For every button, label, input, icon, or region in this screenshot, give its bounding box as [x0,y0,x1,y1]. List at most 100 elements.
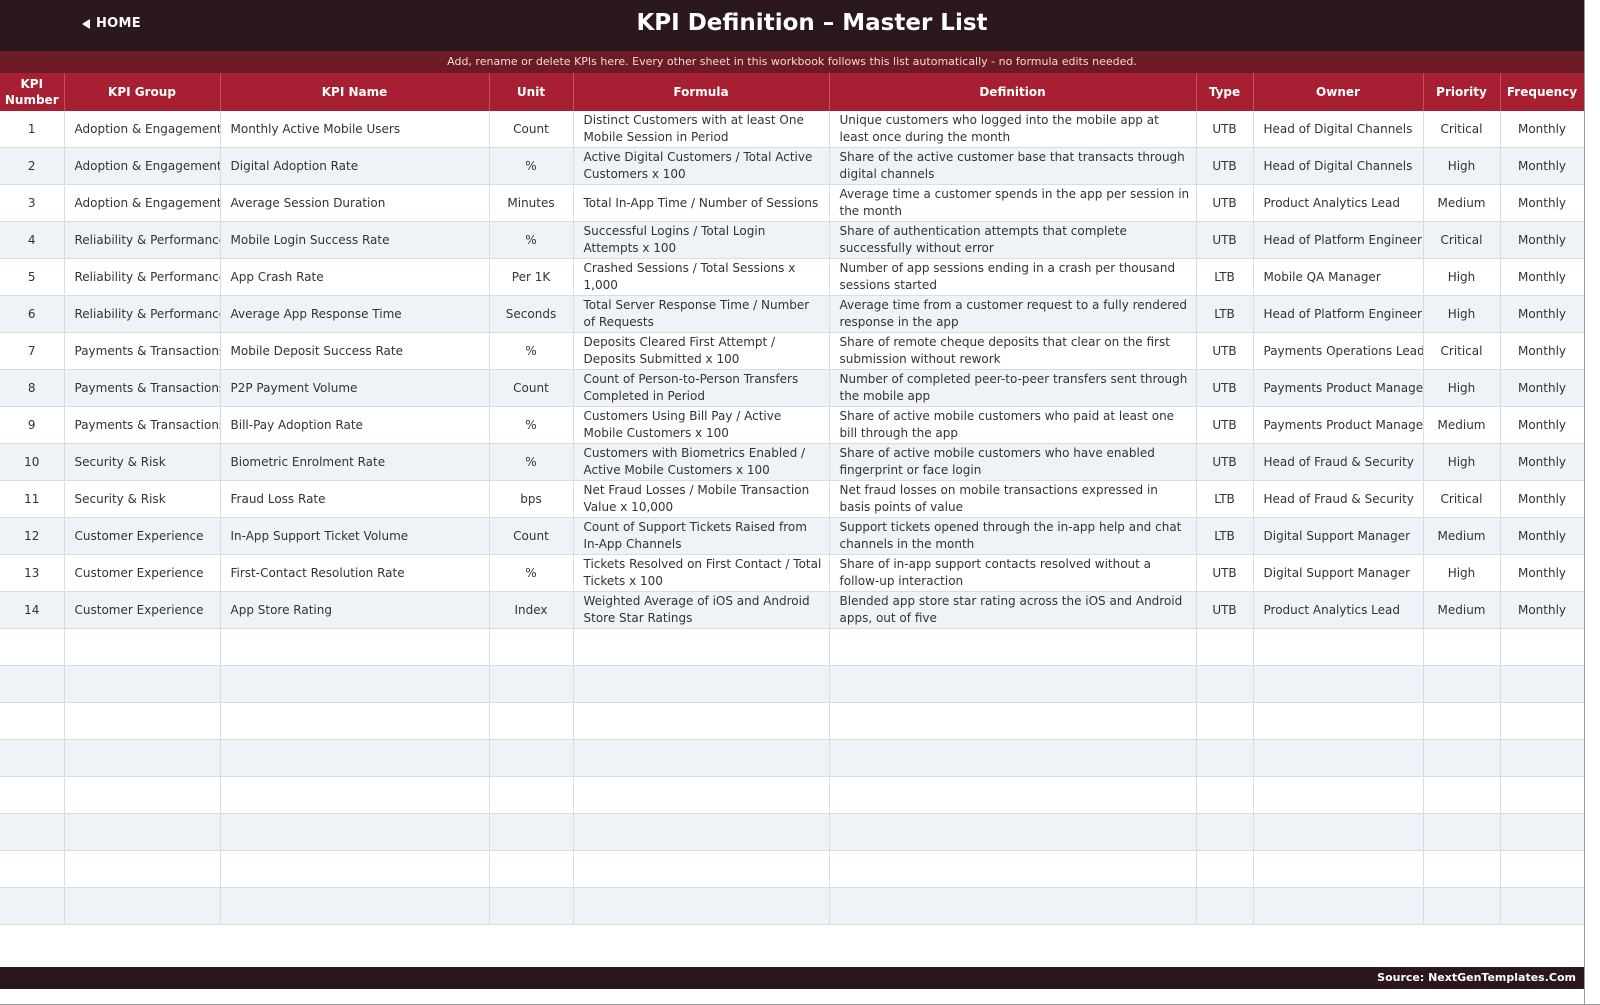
owner-cell[interactable]: Head of Digital Channels [1253,111,1424,148]
priority-cell[interactable] [1423,776,1501,814]
frequency-cell[interactable] [1500,739,1585,777]
definition-cell[interactable] [829,813,1197,851]
definition-cell[interactable]: Share of remote cheque deposits that cle… [829,332,1197,370]
definition-cell[interactable]: Share of active mobile customers who pai… [829,406,1197,444]
priority-cell[interactable]: High [1423,369,1501,407]
owner-cell[interactable]: Payments Product Manager [1253,406,1424,444]
priority-cell[interactable] [1423,739,1501,777]
kpi-name-cell[interactable] [220,739,490,777]
col-header-definition[interactable]: Definition [829,73,1197,111]
kpi-group-cell[interactable]: Security & Risk [64,480,221,518]
unit-cell[interactable] [489,813,574,851]
kpi-name-cell[interactable]: First-Contact Resolution Rate [220,554,490,592]
type-cell[interactable] [1196,739,1254,777]
kpi-name-cell[interactable]: Fraud Loss Rate [220,480,490,518]
unit-cell[interactable] [489,628,574,666]
owner-cell[interactable] [1253,665,1424,703]
kpi-name-cell[interactable]: Average Session Duration [220,184,490,222]
formula-cell[interactable]: Distinct Customers with at least One Mob… [573,111,830,148]
definition-cell[interactable]: Share of the active customer base that t… [829,147,1197,185]
kpi-name-cell[interactable]: Mobile Login Success Rate [220,221,490,259]
owner-cell[interactable] [1253,813,1424,851]
kpi-name-cell[interactable] [220,665,490,703]
kpi-group-cell[interactable] [64,665,221,703]
col-header-priority[interactable]: Priority [1423,73,1501,111]
kpi-group-cell[interactable] [64,850,221,888]
definition-cell[interactable]: Number of completed peer-to-peer transfe… [829,369,1197,407]
frequency-cell[interactable]: Monthly [1500,369,1585,407]
unit-cell[interactable]: % [489,332,574,370]
kpi-group-cell[interactable] [64,813,221,851]
type-cell[interactable]: LTB [1196,295,1254,333]
owner-cell[interactable]: Head of Platform Engineering [1253,221,1424,259]
kpi-name-cell[interactable]: Bill-Pay Adoption Rate [220,406,490,444]
kpi-name-cell[interactable]: Digital Adoption Rate [220,147,490,185]
type-cell[interactable]: UTB [1196,369,1254,407]
kpi-group-cell[interactable]: Payments & Transactions [64,332,221,370]
type-cell[interactable]: UTB [1196,554,1254,592]
col-header-frequency[interactable]: Frequency [1500,73,1585,111]
kpi-name-cell[interactable] [220,702,490,740]
frequency-cell[interactable]: Monthly [1500,221,1585,259]
formula-cell[interactable] [573,702,830,740]
formula-cell[interactable]: Tickets Resolved on First Contact / Tota… [573,554,830,592]
kpi-number-cell[interactable]: 3 [0,184,65,222]
definition-cell[interactable]: Share of in-app support contacts resolve… [829,554,1197,592]
kpi-name-cell[interactable]: App Store Rating [220,591,490,629]
kpi-group-cell[interactable]: Customer Experience [64,554,221,592]
formula-cell[interactable]: Customers Using Bill Pay / Active Mobile… [573,406,830,444]
frequency-cell[interactable]: Monthly [1500,480,1585,518]
priority-cell[interactable]: High [1423,554,1501,592]
kpi-group-cell[interactable] [64,702,221,740]
unit-cell[interactable]: bps [489,480,574,518]
formula-cell[interactable] [573,665,830,703]
kpi-number-cell[interactable]: 5 [0,258,65,296]
frequency-cell[interactable]: Monthly [1500,184,1585,222]
priority-cell[interactable] [1423,813,1501,851]
kpi-group-cell[interactable]: Customer Experience [64,591,221,629]
unit-cell[interactable]: Count [489,111,574,148]
formula-cell[interactable]: Total In-App Time / Number of Sessions [573,184,830,222]
priority-cell[interactable]: Medium [1423,591,1501,629]
owner-cell[interactable]: Head of Fraud & Security [1253,480,1424,518]
type-cell[interactable]: UTB [1196,406,1254,444]
formula-cell[interactable] [573,887,830,925]
definition-cell[interactable] [829,776,1197,814]
type-cell[interactable]: LTB [1196,258,1254,296]
priority-cell[interactable]: High [1423,443,1501,481]
unit-cell[interactable]: % [489,147,574,185]
kpi-name-cell[interactable]: Average App Response Time [220,295,490,333]
formula-cell[interactable]: Weighted Average of iOS and Android Stor… [573,591,830,629]
formula-cell[interactable] [573,628,830,666]
unit-cell[interactable] [489,665,574,703]
owner-cell[interactable] [1253,776,1424,814]
type-cell[interactable]: UTB [1196,443,1254,481]
kpi-group-cell[interactable] [64,776,221,814]
definition-cell[interactable]: Unique customers who logged into the mob… [829,111,1197,148]
frequency-cell[interactable]: Monthly [1500,443,1585,481]
kpi-number-cell[interactable] [0,665,65,703]
owner-cell[interactable]: Mobile QA Manager [1253,258,1424,296]
frequency-cell[interactable] [1500,702,1585,740]
priority-cell[interactable]: Medium [1423,184,1501,222]
kpi-name-cell[interactable]: Biometric Enrolment Rate [220,443,490,481]
unit-cell[interactable] [489,739,574,777]
col-header-type[interactable]: Type [1196,73,1254,111]
kpi-number-cell[interactable]: 11 [0,480,65,518]
unit-cell[interactable]: Index [489,591,574,629]
type-cell[interactable]: LTB [1196,517,1254,555]
unit-cell[interactable] [489,702,574,740]
priority-cell[interactable]: High [1423,258,1501,296]
col-header-kpi-number[interactable]: KPI Number [0,73,65,111]
type-cell[interactable]: UTB [1196,147,1254,185]
kpi-group-cell[interactable]: Adoption & Engagement [64,111,221,148]
kpi-group-cell[interactable]: Reliability & Performance [64,258,221,296]
type-cell[interactable]: UTB [1196,111,1254,148]
type-cell[interactable]: UTB [1196,221,1254,259]
frequency-cell[interactable]: Monthly [1500,517,1585,555]
frequency-cell[interactable]: Monthly [1500,258,1585,296]
owner-cell[interactable]: Product Analytics Lead [1253,591,1424,629]
frequency-cell[interactable] [1500,628,1585,666]
owner-cell[interactable] [1253,628,1424,666]
kpi-number-cell[interactable]: 1 [0,111,65,148]
